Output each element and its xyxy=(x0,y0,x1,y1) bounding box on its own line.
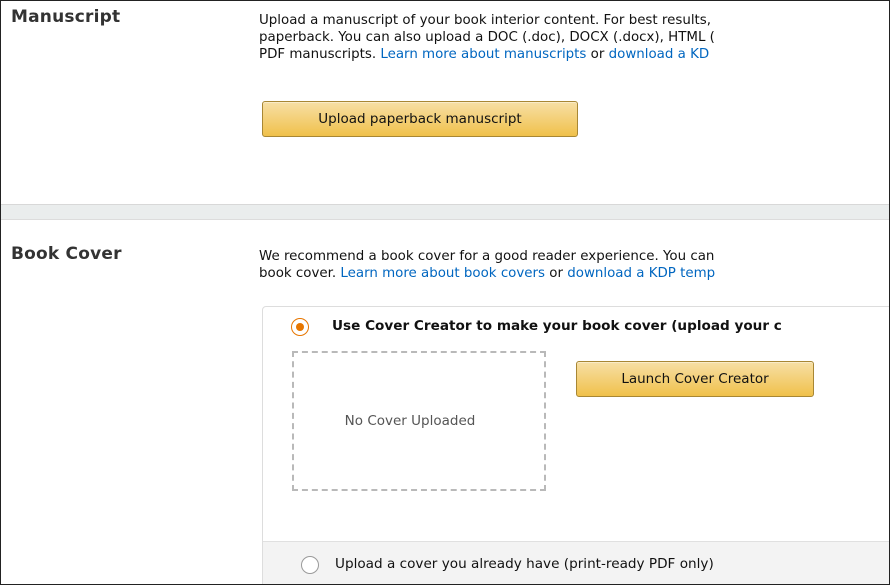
manuscript-desc-line-3: PDF manuscripts. Learn more about manusc… xyxy=(259,46,889,63)
book-cover-section: Book Cover We recommend a book cover for… xyxy=(1,220,889,584)
book-cover-desc-line-2-text: book cover. xyxy=(259,266,341,281)
upload-cover-option-label[interactable]: Upload a cover you already have (print-r… xyxy=(335,556,714,572)
cover-creator-option-label[interactable]: Use Cover Creator to make your book cove… xyxy=(332,318,782,334)
learn-more-manuscripts-link[interactable]: Learn more about manuscripts xyxy=(380,47,586,62)
book-cover-desc-line-2: book cover. Learn more about book covers… xyxy=(259,265,889,282)
manuscript-desc-line-1: Upload a manuscript of your book interio… xyxy=(259,13,712,28)
kdp-content-page: Manuscript Upload a manuscript of your b… xyxy=(0,0,890,585)
cover-creator-option[interactable]: Use Cover Creator to make your book cove… xyxy=(263,307,889,343)
or-text: or xyxy=(545,266,568,281)
download-kdp-template-link[interactable]: download a KD xyxy=(609,47,710,62)
upload-cover-radio[interactable] xyxy=(301,556,319,574)
book-cover-heading: Book Cover xyxy=(11,244,122,264)
download-kdp-template-link[interactable]: download a KDP temp xyxy=(567,266,715,281)
or-text: or xyxy=(586,47,609,62)
upload-paperback-manuscript-button[interactable]: Upload paperback manuscript xyxy=(262,101,578,137)
manuscript-heading: Manuscript xyxy=(11,7,121,27)
learn-more-book-covers-link[interactable]: Learn more about book covers xyxy=(340,266,545,281)
cover-options-box: Use Cover Creator to make your book cove… xyxy=(262,306,889,584)
upload-cover-option[interactable]: Upload a cover you already have (print-r… xyxy=(263,541,889,584)
manuscript-desc-line-3-text: PDF manuscripts. xyxy=(259,47,381,62)
book-cover-desc-line-1: We recommend a book cover for a good rea… xyxy=(259,249,715,264)
book-cover-description: We recommend a book cover for a good rea… xyxy=(259,248,889,282)
launch-cover-creator-button[interactable]: Launch Cover Creator xyxy=(576,361,814,397)
section-divider xyxy=(1,205,889,220)
cover-creator-radio[interactable] xyxy=(291,318,309,336)
no-cover-uploaded-text: No Cover Uploaded xyxy=(344,413,476,429)
manuscript-desc-line-2: paperback. You can also upload a DOC (.d… xyxy=(259,30,715,45)
manuscript-section: Manuscript Upload a manuscript of your b… xyxy=(1,1,889,205)
manuscript-description: Upload a manuscript of your book interio… xyxy=(259,12,889,63)
cover-preview-placeholder: No Cover Uploaded xyxy=(292,351,546,491)
